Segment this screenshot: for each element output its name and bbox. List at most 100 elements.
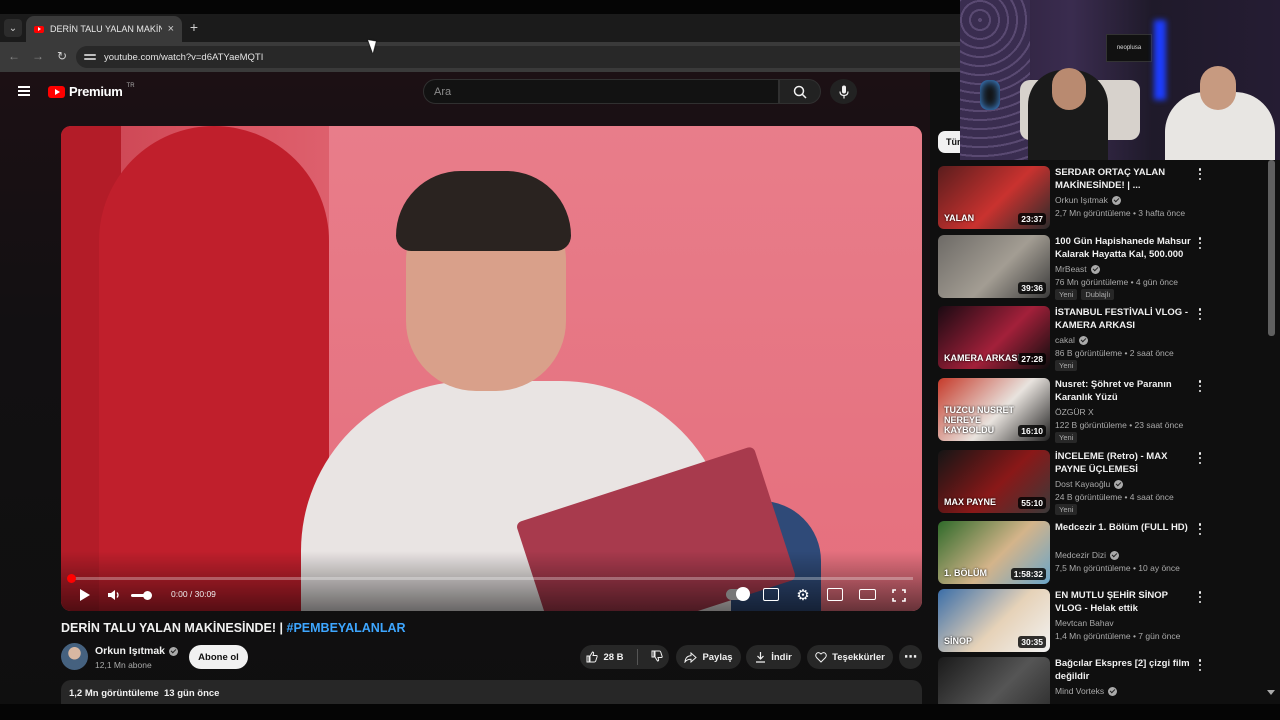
video-duration: 30:35	[1018, 636, 1046, 648]
settings-gear-icon[interactable]: ⚙	[795, 587, 811, 604]
recommendation-channel[interactable]: cakal	[1055, 335, 1088, 345]
more-options-icon[interactable]	[1196, 452, 1204, 464]
video-hashtag-link[interactable]: #PEMBEYALANLAR	[287, 621, 406, 635]
recommendation-title[interactable]: İSTANBUL FESTİVALİ VLOG - KAMERA ARKASI	[1055, 306, 1191, 332]
video-player[interactable]	[61, 126, 922, 611]
recommendation-thumbnail[interactable]: 1. BÖLÜM 1:58:32	[938, 521, 1050, 584]
more-options-icon[interactable]	[1196, 237, 1204, 249]
recommendation-thumbnail[interactable]: MAX PAYNE 55:10	[938, 450, 1050, 513]
miniplayer-icon[interactable]	[827, 588, 843, 601]
like-button[interactable]: 28 B	[586, 651, 624, 663]
recommendation-title[interactable]: İNCELEME (Retro) - MAX PAYNE ÜÇLEMESİ	[1055, 450, 1191, 476]
recommendation-channel-text[interactable]: Mind Vorteks	[1055, 686, 1104, 696]
recommendation-title[interactable]: Bağcılar Ekspres [2] çizgi film değildir	[1055, 657, 1191, 683]
recommendation-channel[interactable]: Mevtcan Bahav	[1055, 618, 1114, 628]
channel-name-text[interactable]: Orkun Işıtmak	[95, 645, 165, 657]
recommendation-badges: Yeni	[1055, 360, 1078, 371]
recommendation-title[interactable]: 100 Gün Hapishanede Mahsur Kalarak Hayat…	[1055, 235, 1191, 262]
browser-tab-active[interactable]: DERİN TALU YALAN MAKİNESİNDE! | #PEMBEYA…	[26, 16, 182, 42]
volume-knob[interactable]	[143, 591, 152, 600]
recommendation-channel-text[interactable]: Mevtcan Bahav	[1055, 618, 1114, 628]
sidebar-scrollbar[interactable]	[1268, 160, 1275, 336]
recommendation-channel[interactable]: MrBeast	[1055, 264, 1100, 274]
search-icon	[793, 85, 807, 99]
recommendation-item[interactable]: 39:36 100 Gün Hapishanede Mahsur Kalarak …	[938, 235, 1268, 300]
recommendation-channel[interactable]: Mind Vorteks	[1055, 686, 1118, 696]
hamburger-menu-icon[interactable]	[18, 86, 30, 96]
recommendation-channel-text[interactable]: Dost Kayaoğlu	[1055, 479, 1110, 489]
player-controls-gradient	[61, 551, 922, 611]
recommendation-thumbnail[interactable]: SİNOP 30:35	[938, 589, 1050, 652]
recommendation-channel[interactable]: ÖZGÜR X	[1055, 407, 1094, 417]
recommendation-title[interactable]: Nusret: Şöhret ve Paranın Karanlık Yüzü	[1055, 378, 1191, 404]
dislike-button[interactable]	[651, 650, 663, 665]
thanks-button[interactable]: Teşekkürler	[807, 645, 893, 669]
progress-scrubber[interactable]	[67, 574, 76, 583]
recommendation-thumbnail[interactable]: YALAN 23:37	[938, 166, 1050, 229]
video-duration: 16:10	[1018, 425, 1046, 437]
more-options-icon[interactable]	[1196, 591, 1204, 603]
forward-arrow-icon[interactable]: →	[30, 49, 46, 63]
recommendation-meta: 76 Mn görüntüleme • 4 gün önce	[1055, 277, 1179, 287]
recommendation-channel[interactable]: Medcezir Dizi	[1055, 550, 1120, 560]
channel-name[interactable]: Orkun Işıtmak	[95, 645, 179, 657]
thumbnail-text: TUZCU NUSRET NEREYE KAYBOLDU	[944, 405, 1014, 435]
scroll-down-arrow-icon[interactable]	[1267, 690, 1275, 695]
recommendation-badges: Yeni	[1055, 432, 1078, 443]
recommendation-title[interactable]: Medcezir 1. Bölüm (FULL HD)	[1055, 521, 1191, 534]
recommendation-item[interactable]: YALAN 23:37 SERDAR ORTAÇ YALAN MAKİNESİNDE…	[938, 166, 1268, 230]
recommendation-channel[interactable]: Dost Kayaoğlu	[1055, 479, 1124, 489]
recommendation-channel-text[interactable]: Medcezir Dizi	[1055, 550, 1106, 560]
fullscreen-icon[interactable]	[891, 587, 906, 603]
recommendation-title[interactable]: SERDAR ORTAÇ YALAN MAKİNESİNDE! | ...	[1055, 166, 1191, 192]
upload-age: 13 gün önce	[164, 688, 220, 699]
verified-badge-icon	[1114, 479, 1124, 489]
download-button[interactable]: İndir	[746, 645, 801, 669]
recommendation-channel[interactable]: Orkun Işıtmak	[1055, 195, 1121, 205]
recommendation-channel-text[interactable]: Orkun Işıtmak	[1055, 195, 1108, 205]
verified-badge-icon	[1110, 550, 1120, 560]
recommendation-item[interactable]: 1. BÖLÜM 1:58:32 Medcezir 1. Bölüm (FULL H…	[938, 521, 1268, 585]
volume-button[interactable]	[107, 587, 121, 603]
play-button[interactable]	[78, 587, 92, 603]
recommendation-item[interactable]: TUZCU NUSRET NEREYE KAYBOLDU 16:10 Nusret:…	[938, 378, 1268, 443]
recommendation-item[interactable]: SİNOP 30:35 EN MUTLU ŞEHİR SİNOP VLOG - He…	[938, 589, 1268, 653]
more-options-icon[interactable]	[1196, 380, 1204, 392]
theater-mode-icon[interactable]	[859, 589, 876, 600]
voice-search-button[interactable]	[830, 79, 857, 104]
recommendation-thumbnail[interactable]: KAMERA ARKASI 27:28	[938, 306, 1050, 369]
tab-search-chevron-icon[interactable]: ⌄	[4, 19, 22, 37]
tab-close-icon[interactable]: ×	[168, 23, 174, 35]
address-bar[interactable]: youtube.com/watch?v=d6ATYaeMQTI	[76, 46, 960, 68]
recommendation-channel-text[interactable]: ÖZGÜR X	[1055, 407, 1094, 417]
volume-slider[interactable]	[131, 591, 152, 600]
youtube-favicon-icon	[34, 25, 44, 33]
new-tab-button[interactable]: +	[186, 19, 202, 35]
search-input[interactable]: Ara	[423, 79, 779, 104]
back-arrow-icon[interactable]: ←	[6, 49, 22, 63]
search-button[interactable]	[779, 79, 821, 104]
site-info-icon[interactable]	[84, 52, 96, 62]
more-options-icon[interactable]	[1196, 308, 1204, 320]
reload-icon[interactable]: ↻	[54, 49, 70, 63]
youtube-premium-logo[interactable]: Premium TR	[48, 83, 135, 99]
share-button[interactable]: Paylaş	[676, 645, 741, 669]
more-options-icon[interactable]	[1196, 168, 1204, 180]
video-progress-bar[interactable]	[67, 574, 913, 583]
subscribe-button[interactable]: Abone ol	[189, 645, 248, 669]
recommendation-item[interactable]: MAX PAYNE 55:10 İNCELEME (Retro) - MAX PAY…	[938, 450, 1268, 515]
recommendation-channel-text[interactable]: MrBeast	[1055, 264, 1087, 274]
recommendation-item[interactable]: KAMERA ARKASI 27:28 İSTANBUL FESTİVALİ VLO…	[938, 306, 1268, 371]
recommendation-badge: Yeni	[1055, 289, 1078, 300]
recommendation-thumbnail[interactable]: TUZCU NUSRET NEREYE KAYBOLDU 16:10	[938, 378, 1050, 441]
recommendation-title[interactable]: EN MUTLU ŞEHİR SİNOP VLOG - Helak ettik	[1055, 589, 1191, 615]
recommendation-channel-text[interactable]: cakal	[1055, 335, 1075, 345]
more-options-icon[interactable]	[1196, 523, 1204, 535]
autoplay-toggle[interactable]	[726, 587, 750, 601]
video-frame-person-hair	[396, 171, 571, 251]
recommendation-thumbnail[interactable]: 39:36	[938, 235, 1050, 298]
subtitles-icon[interactable]	[763, 588, 779, 601]
more-options-icon[interactable]	[1196, 659, 1204, 671]
channel-avatar[interactable]	[61, 643, 88, 670]
more-actions-button[interactable]: ⋯	[899, 645, 922, 669]
